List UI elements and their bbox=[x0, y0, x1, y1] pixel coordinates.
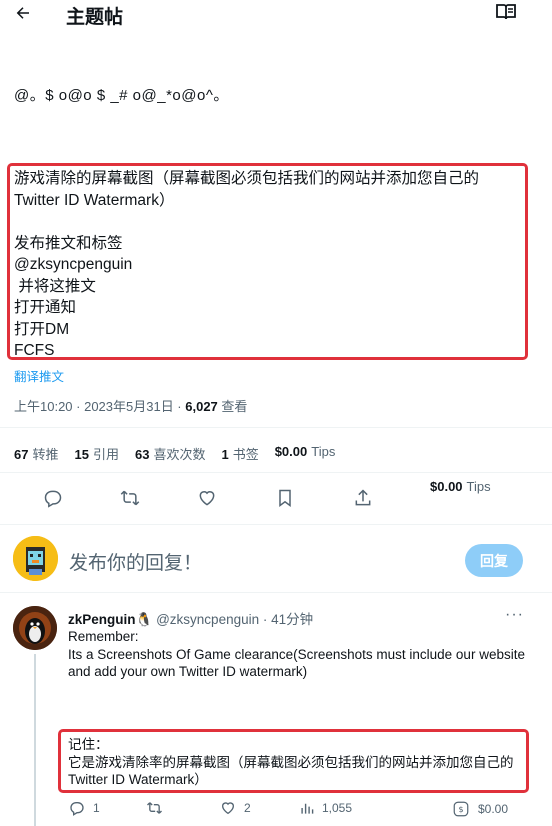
tweet-timestamp[interactable]: 上午10:20 · 2023年5月31日 · bbox=[14, 399, 185, 414]
reply-submit-button[interactable]: 回复 bbox=[465, 544, 523, 577]
view-count: 6,027 bbox=[185, 399, 218, 414]
reply-input[interactable]: 发布你的回复！ bbox=[69, 548, 202, 575]
retweet-button[interactable] bbox=[119, 488, 141, 510]
reply-tips-button[interactable]: $ $0.00 bbox=[452, 800, 508, 818]
stat-quotes[interactable]: 15 引用 bbox=[74, 444, 118, 463]
reply-views-button[interactable]: 1,055 bbox=[300, 800, 352, 816]
divider bbox=[0, 524, 552, 525]
reply-author-handle[interactable]: @zksyncpenguin bbox=[156, 612, 259, 627]
stat-retweets[interactable]: 67 转推 bbox=[14, 444, 58, 463]
pixel-avatar-icon bbox=[13, 536, 58, 581]
reply-text-zh: 记住： 它是游戏清除率的屏幕截图（屏幕截图必须包括我们的网站并添加您自己的Twi… bbox=[68, 737, 514, 787]
stat-likes[interactable]: 63 喜欢次数 bbox=[135, 444, 205, 463]
reply-retweet-button[interactable] bbox=[146, 800, 171, 816]
bookmark-button[interactable] bbox=[275, 488, 297, 510]
retweet-icon bbox=[120, 490, 140, 506]
bookmark-icon bbox=[279, 489, 291, 507]
divider bbox=[0, 472, 552, 473]
analytics-icon bbox=[301, 803, 314, 814]
back-button[interactable] bbox=[10, 0, 36, 26]
like-icon bbox=[221, 802, 235, 815]
like-button[interactable] bbox=[197, 488, 219, 510]
reply-time[interactable]: · 41分钟 bbox=[259, 612, 313, 627]
reader-icon bbox=[496, 4, 516, 20]
view-label: 查看 bbox=[217, 399, 248, 414]
reply-text-en: Remember: Its a Screenshots Of Game clea… bbox=[68, 629, 525, 679]
stat-bookmarks[interactable]: 1 书签 bbox=[221, 444, 258, 463]
like-icon bbox=[199, 491, 215, 506]
tip-dollar-icon: $ bbox=[453, 801, 469, 817]
tips-overlay[interactable]: $0.00 Tips bbox=[430, 479, 491, 494]
share-icon bbox=[355, 489, 371, 506]
reply-reply-button[interactable]: 1 bbox=[69, 800, 100, 816]
reply-icon bbox=[44, 490, 62, 508]
avatar[interactable] bbox=[13, 606, 57, 650]
share-button[interactable] bbox=[353, 488, 375, 510]
reply-icon bbox=[70, 802, 84, 816]
translate-tweet-link[interactable]: 翻译推文 bbox=[14, 366, 64, 385]
top-bar: 主题帖 bbox=[0, 0, 552, 30]
page-title: 主题帖 bbox=[66, 7, 124, 28]
more-options-button[interactable]: ··· bbox=[505, 606, 524, 624]
reply-button[interactable] bbox=[43, 488, 65, 510]
divider bbox=[0, 592, 552, 593]
reply-like-button[interactable]: 2 bbox=[220, 800, 251, 816]
svg-text:$: $ bbox=[458, 804, 463, 814]
engagement-stats: 67 转推 15 引用 63 喜欢次数 1 书签 $0.00 Tips bbox=[14, 444, 351, 463]
avatar[interactable] bbox=[13, 536, 58, 581]
penguin-avatar-icon bbox=[13, 606, 57, 650]
arrow-left-icon bbox=[16, 7, 29, 19]
divider bbox=[0, 427, 552, 428]
reply-composer: 发布你的回复！ 回复 bbox=[0, 528, 552, 592]
tweet-emoticon-line: @。$ o@o $ _# o@_*o@o^。 bbox=[14, 87, 229, 104]
reply-author-name[interactable]: zkPenguin🐧 bbox=[68, 612, 152, 627]
tweet-meta: 上午10:20 · 2023年5月31日 · 6,027 查看 bbox=[14, 396, 247, 415]
reader-mode-button[interactable] bbox=[496, 3, 520, 25]
retweet-icon bbox=[147, 802, 162, 814]
thread-line bbox=[34, 654, 36, 826]
reply-header: zkPenguin🐧 @zksyncpenguin · 41分钟 bbox=[68, 608, 313, 628]
stat-tips[interactable]: $0.00 Tips bbox=[275, 444, 336, 463]
tweet-text: 游戏清除的屏幕截图（屏幕截图必须包括我们的网站并添加您自己的Twitter ID… bbox=[14, 170, 480, 359]
